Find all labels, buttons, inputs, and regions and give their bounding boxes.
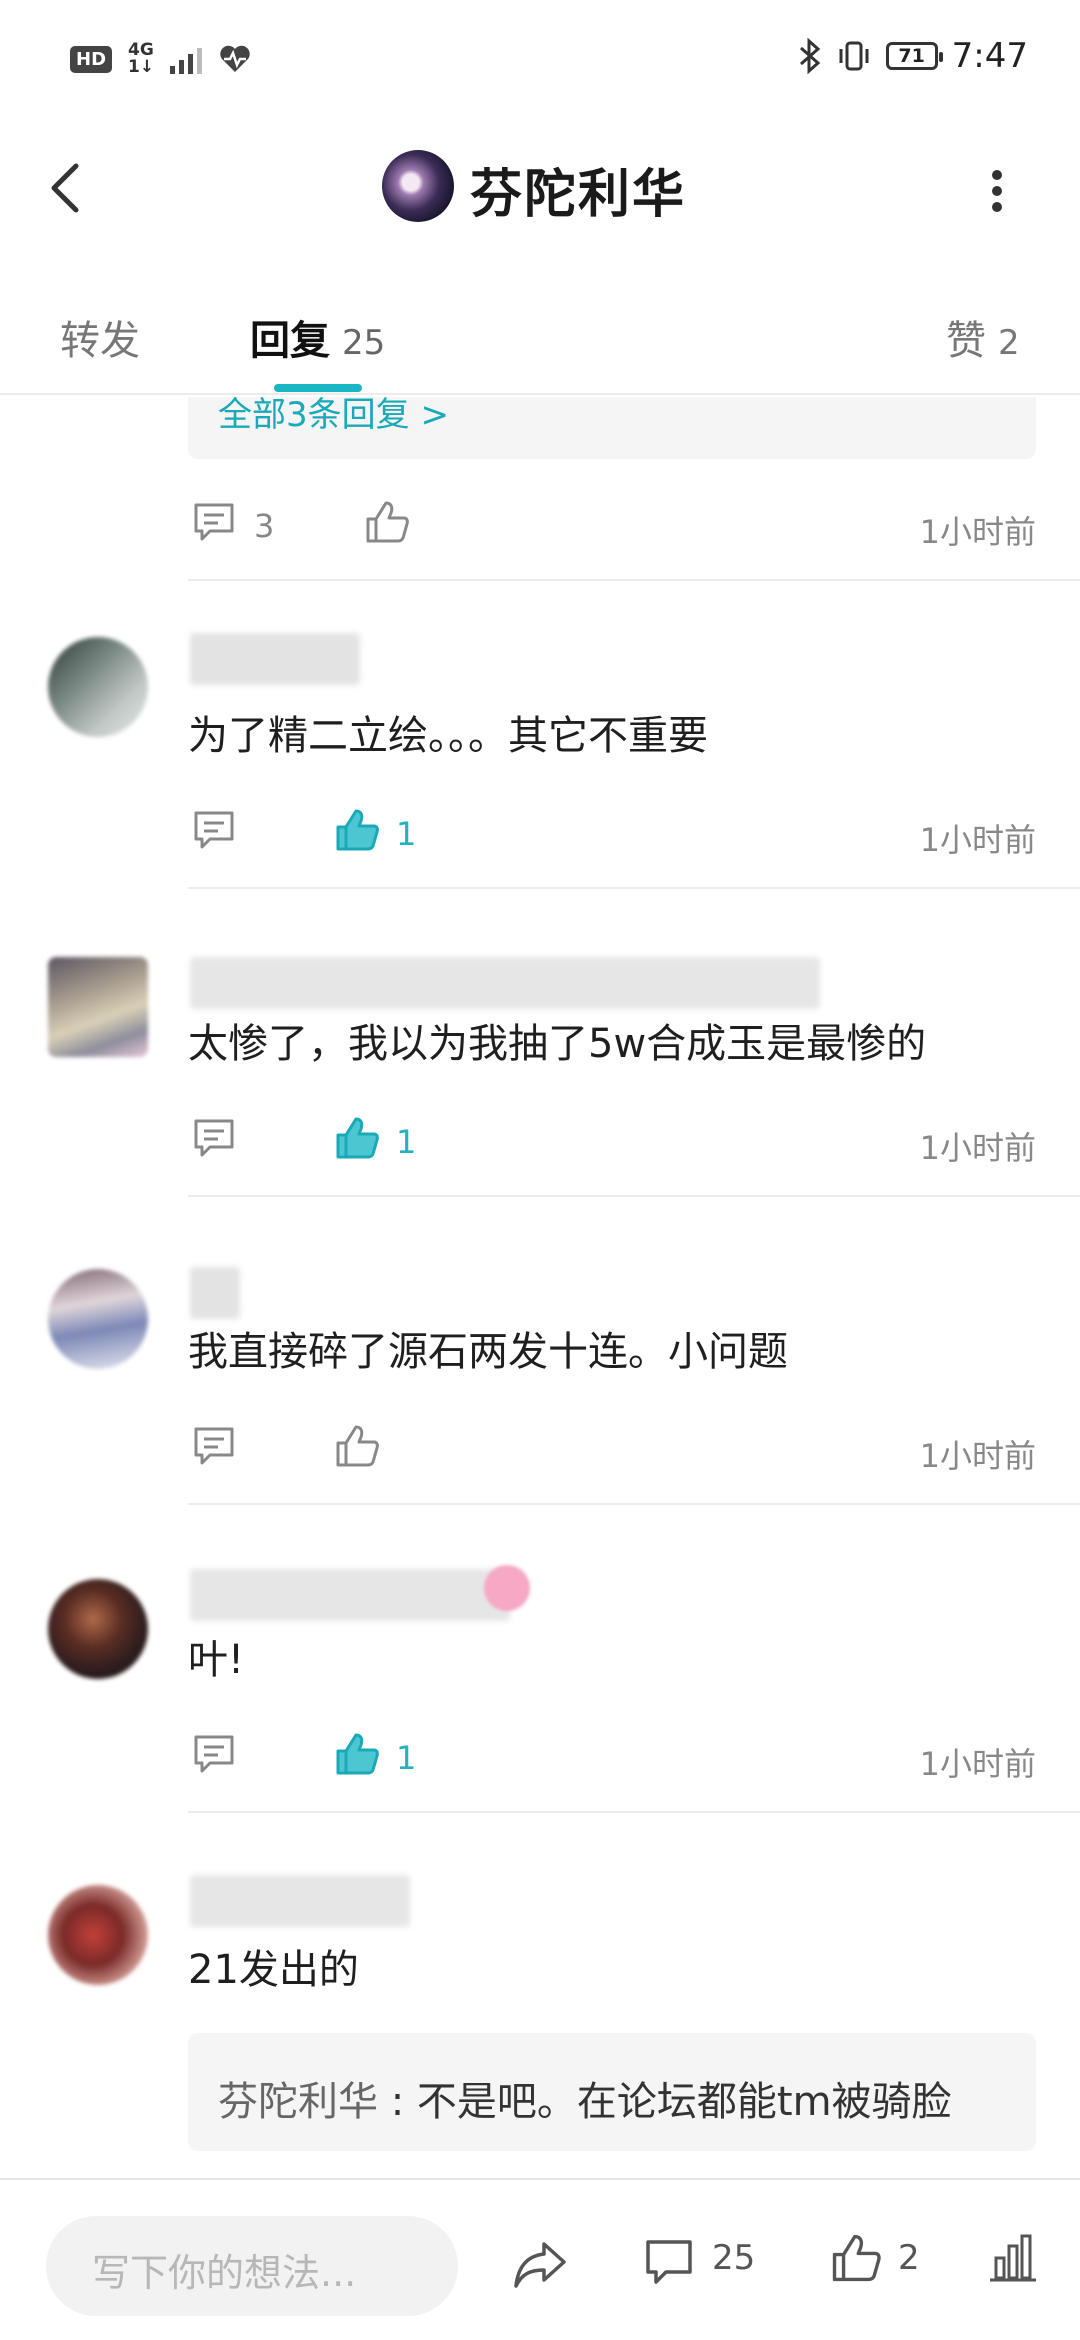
comment-actions: 1 1小时前	[188, 807, 1036, 867]
sub-reply-text: 芬陀利华 : 不是吧。在论坛都能tm被骑脸	[218, 2069, 952, 2127]
tab-like-label: 赞	[946, 318, 986, 364]
clock: 7:47	[951, 36, 1028, 76]
comment-icon[interactable]	[192, 1115, 236, 1159]
divider	[188, 887, 1080, 889]
timestamp: 1小时前	[919, 513, 1036, 551]
comment-actions: 1 1小时前	[188, 1731, 1036, 1791]
tab-like-count: 2	[998, 323, 1020, 363]
back-arrow-icon[interactable]	[42, 158, 92, 218]
reply-input-placeholder: 写下你的想法...	[92, 2251, 357, 2295]
comment-actions: 1 1小时前	[188, 1115, 1036, 1175]
network-type: 4G 1↓	[128, 42, 154, 76]
comment-text: 叶!	[188, 1637, 245, 1683]
bottom-action-bar: 写下你的想法... 25 2	[0, 2178, 1080, 2340]
comment-icon[interactable]	[192, 807, 236, 851]
author-avatar[interactable]	[382, 150, 454, 222]
network-sub: 1↓	[128, 57, 155, 77]
divider	[188, 1503, 1080, 1505]
tab-like[interactable]: 赞2	[946, 308, 1020, 366]
tab-forward[interactable]: 转发	[60, 308, 140, 366]
timestamp: 1小时前	[919, 821, 1036, 859]
username-redacted[interactable]	[190, 957, 820, 1009]
sub-reply-box: 全部3条回复 >	[188, 397, 1036, 459]
top-bar: 芬陀利华	[0, 120, 1080, 250]
timestamp: 1小时前	[919, 1745, 1036, 1783]
liked-icon[interactable]	[334, 1115, 380, 1161]
comment-list: 全部3条回复 > 3 1小时前 为了精二立绘。。。其它不重要 1 1小时前 太惨…	[0, 397, 1080, 2177]
comment-count: 25	[712, 2238, 756, 2278]
comment-icon[interactable]	[192, 1731, 236, 1775]
comment-count: 3	[254, 507, 275, 545]
comment-actions: 3 1小时前	[188, 499, 1036, 559]
tab-reply-count: 25	[342, 323, 386, 363]
more-options-icon[interactable]	[990, 168, 1004, 214]
like-icon[interactable]	[364, 499, 410, 545]
comment-text: 为了精二立绘。。。其它不重要	[188, 713, 708, 759]
avatar[interactable]	[48, 1579, 148, 1679]
page-title[interactable]: 芬陀利华	[470, 152, 686, 227]
sub-reply-content: 不是吧。在论坛都能tm被骑脸	[416, 2079, 952, 2125]
user-badge-icon	[484, 1565, 530, 1611]
comment-icon[interactable]	[192, 499, 236, 543]
status-left: HD 4G 1↓	[70, 42, 252, 76]
sub-reply-separator: :	[378, 2079, 417, 2125]
avatar[interactable]	[48, 637, 148, 737]
tab-reply[interactable]: 回复 25	[250, 308, 385, 366]
username-redacted[interactable]	[190, 1267, 240, 1319]
divider	[188, 1195, 1080, 1197]
comment-text: 太惨了，我以为我抽了5w合成玉是最惨的	[188, 1021, 927, 1067]
timestamp: 1小时前	[919, 1437, 1036, 1475]
tab-reply-label: 回复	[250, 318, 330, 364]
avatar[interactable]	[48, 1885, 148, 1985]
comment-text: 21发出的	[188, 1947, 359, 1993]
like-count: 2	[898, 2238, 920, 2278]
status-bar: HD 4G 1↓ 71 7:47	[0, 0, 1080, 120]
bluetooth-icon	[799, 38, 820, 74]
like-count: 1	[396, 1739, 417, 1777]
active-tab-indicator	[274, 384, 362, 392]
like-icon[interactable]	[830, 2232, 882, 2284]
tab-forward-label: 转发	[60, 318, 140, 364]
comment-icon[interactable]	[192, 1423, 236, 1467]
all-replies-link[interactable]: 全部3条回复 >	[218, 397, 449, 436]
like-count: 1	[396, 815, 417, 853]
sub-reply-box[interactable]: 芬陀利华 : 不是吧。在论坛都能tm被骑脸	[188, 2033, 1036, 2151]
tab-bar: 转发 回复 25 赞2	[0, 260, 1080, 395]
comment-actions: 1小时前	[188, 1423, 1036, 1483]
timestamp: 1小时前	[919, 1129, 1036, 1167]
hd-icon: HD	[70, 45, 113, 73]
comment-text: 我直接碎了源石两发十连。小问题	[188, 1329, 788, 1375]
stats-icon[interactable]	[988, 2232, 1038, 2284]
avatar[interactable]	[48, 1269, 148, 1369]
battery-icon: 71	[885, 42, 943, 70]
avatar[interactable]	[48, 957, 148, 1057]
reply-input[interactable]: 写下你的想法...	[46, 2216, 458, 2316]
comment-icon[interactable]	[644, 2236, 694, 2286]
heart-rate-icon	[220, 45, 250, 72]
vibrate-icon	[839, 41, 869, 71]
share-icon[interactable]	[512, 2240, 568, 2290]
username-redacted[interactable]	[190, 633, 360, 685]
liked-icon[interactable]	[334, 807, 380, 853]
username-redacted[interactable]	[190, 1569, 510, 1621]
status-right: 71 7:47	[798, 36, 1028, 76]
like-icon[interactable]	[334, 1423, 380, 1469]
signal-icon	[170, 44, 203, 74]
like-count: 1	[396, 1123, 417, 1161]
sub-reply-author[interactable]: 芬陀利华	[218, 2079, 378, 2125]
username-redacted[interactable]	[190, 1875, 410, 1927]
divider	[188, 579, 1080, 581]
divider	[188, 1811, 1080, 1813]
liked-icon[interactable]	[334, 1731, 380, 1777]
